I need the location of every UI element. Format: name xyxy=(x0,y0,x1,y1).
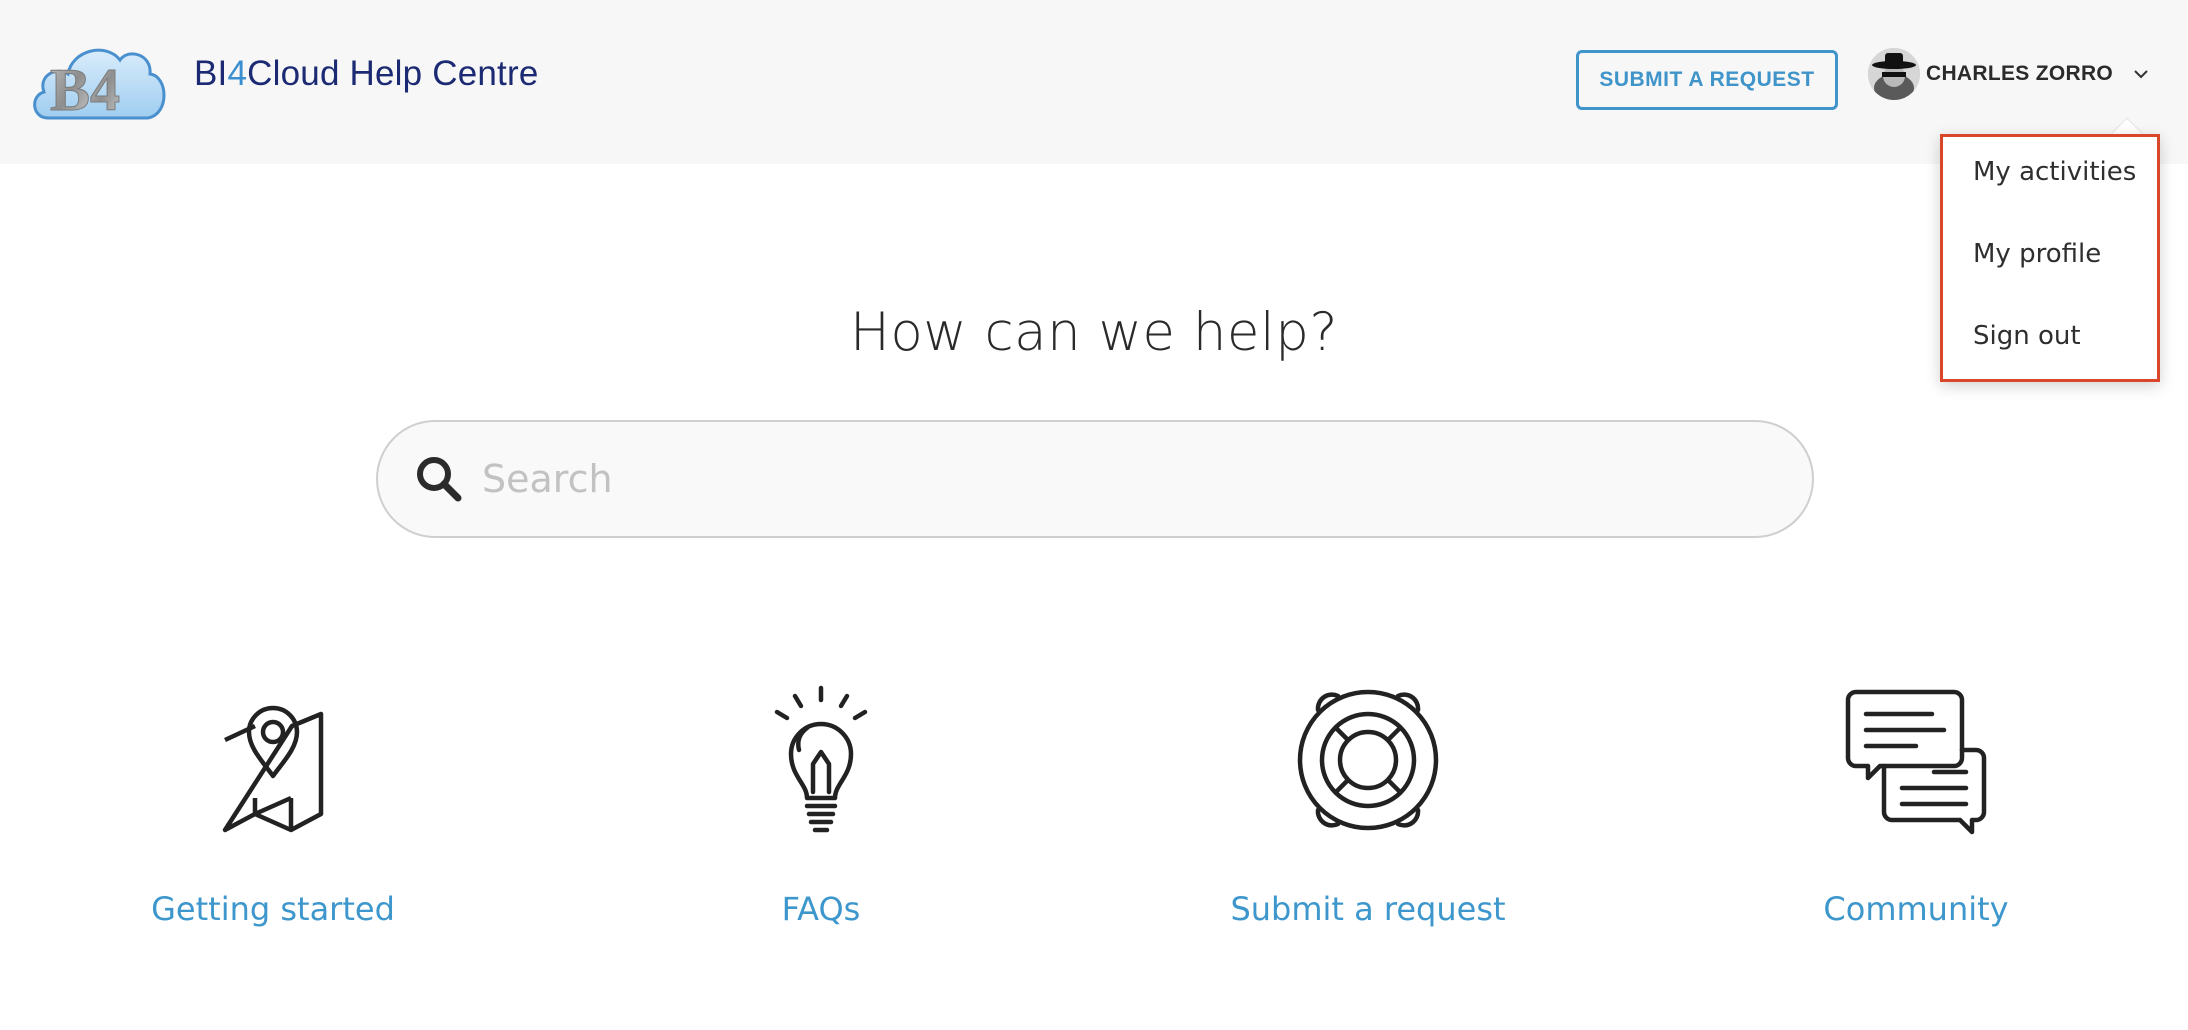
submit-request-button[interactable]: SUBMIT A REQUEST xyxy=(1576,50,1838,110)
lightbulb-icon xyxy=(774,685,868,833)
category-label[interactable]: FAQs xyxy=(782,890,861,928)
page-title: How can we help? xyxy=(849,302,1339,363)
search-bar[interactable] xyxy=(376,420,1814,538)
avatar[interactable] xyxy=(1868,48,1920,100)
user-menu-toggle[interactable]: CHARLES ZORRO xyxy=(1868,46,2151,102)
bi4cloud-logo-icon[interactable]: B 4 xyxy=(28,36,170,122)
search-icon xyxy=(417,457,462,502)
brand-suffix: Cloud Help Centre xyxy=(247,54,539,93)
svg-text:4: 4 xyxy=(90,57,120,122)
site-header: B 4 BI4Cloud Help Centre SUBMIT A REQUES… xyxy=(0,0,2188,164)
category-submit-request[interactable]: Submit a request xyxy=(1158,680,1578,930)
search-input[interactable] xyxy=(482,439,1812,519)
menu-item-my-activities[interactable]: My activities xyxy=(1973,157,2136,187)
category-community[interactable]: Community xyxy=(1706,680,2126,930)
lifebuoy-icon xyxy=(1297,689,1439,831)
category-label[interactable]: Community xyxy=(1823,890,2008,928)
category-label[interactable]: Submit a request xyxy=(1230,890,1505,928)
category-faqs[interactable]: FAQs xyxy=(611,680,1031,930)
avatar-zorro-icon xyxy=(1868,48,1920,100)
menu-item-my-profile[interactable]: My profile xyxy=(1973,239,2101,269)
category-getting-started[interactable]: Getting started xyxy=(63,680,483,930)
map-pin-icon xyxy=(222,705,324,833)
brand-prefix: BI xyxy=(194,54,228,93)
chevron-down-icon[interactable] xyxy=(2131,64,2151,84)
site-title[interactable]: BI4Cloud Help Centre xyxy=(194,54,539,94)
user-name[interactable]: CHARLES ZORRO xyxy=(1926,62,2113,86)
category-label[interactable]: Getting started xyxy=(151,890,395,928)
chat-bubbles-icon xyxy=(1845,689,1987,835)
svg-text:B: B xyxy=(50,57,90,122)
brand-accent: 4 xyxy=(227,54,248,93)
